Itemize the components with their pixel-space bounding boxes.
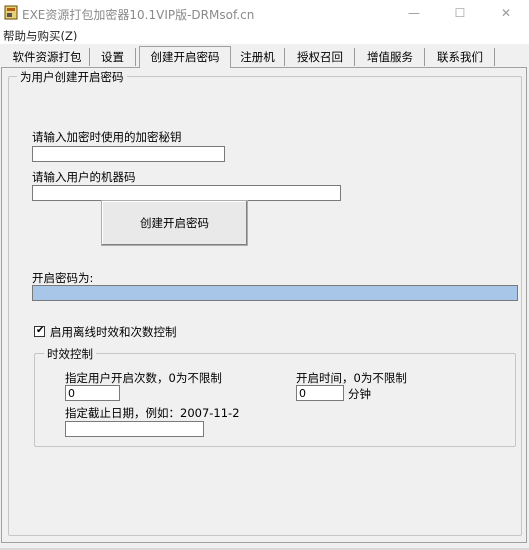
minimize-button[interactable]: — bbox=[391, 0, 437, 26]
tab-strip: 软件资源打包 设置 创建开启密码 注册机 授权召回 增值服务 联系我们 bbox=[0, 46, 529, 68]
tab-license-recall[interactable]: 授权召回 bbox=[286, 48, 355, 66]
title-bar: EXE资源打包加密器10.1VIP版-DRMsof.cn — ☐ ✕ bbox=[0, 0, 529, 27]
expiry-date-input[interactable] bbox=[65, 421, 204, 437]
create-password-button[interactable]: 创建开启密码 bbox=[101, 200, 248, 246]
time-control-group: 时效控制 指定用户开启次数，0为不限制 开启时间，0为不限制 分钟 指定截止日期… bbox=[34, 346, 516, 447]
expiry-date-label: 指定截止日期，例如：2007-11-2 bbox=[65, 406, 240, 420]
tab-package-resources[interactable]: 软件资源打包 bbox=[5, 48, 90, 66]
tab-create-password[interactable]: 创建开启密码 bbox=[139, 46, 231, 68]
minimize-icon: — bbox=[408, 6, 420, 20]
tab-panel: 为用户创建开启密码 请输入加密时使用的加密秘钥 请输入用户的机器码 创建开启密码… bbox=[1, 67, 527, 543]
close-button[interactable]: ✕ bbox=[483, 0, 529, 26]
machine-code-label: 请输入用户的机器码 bbox=[32, 170, 136, 184]
checkmark-icon: ✔ bbox=[36, 325, 45, 336]
create-password-group: 为用户创建开启密码 请输入加密时使用的加密秘钥 请输入用户的机器码 创建开启密码… bbox=[8, 69, 522, 536]
menu-bar: 帮助与购买(Z) bbox=[0, 26, 529, 44]
time-control-legend: 时效控制 bbox=[44, 346, 96, 362]
close-icon: ✕ bbox=[500, 6, 512, 20]
secret-key-label: 请输入加密时使用的加密秘钥 bbox=[32, 130, 182, 144]
password-result-field[interactable] bbox=[32, 285, 518, 301]
tab-settings[interactable]: 设置 bbox=[90, 48, 136, 66]
maximize-icon: ☐ bbox=[454, 6, 466, 20]
tab-contact-us[interactable]: 联系我们 bbox=[426, 48, 495, 66]
result-label: 开启密码为: bbox=[32, 271, 94, 285]
window-title: EXE资源打包加密器10.1VIP版-DRMsof.cn bbox=[22, 8, 255, 22]
secret-key-input[interactable] bbox=[32, 146, 225, 162]
tab-keygen[interactable]: 注册机 bbox=[231, 48, 285, 66]
minutes-label: 分钟 bbox=[348, 387, 371, 401]
open-time-input[interactable] bbox=[296, 385, 344, 401]
create-password-legend: 为用户创建开启密码 bbox=[17, 69, 127, 85]
offline-control-checkbox[interactable]: ✔ bbox=[34, 325, 45, 337]
open-time-label: 开启时间，0为不限制 bbox=[296, 371, 407, 385]
app-icon bbox=[4, 5, 18, 20]
open-count-input[interactable] bbox=[65, 385, 120, 401]
offline-control-label: 启用离线时效和次数控制 bbox=[50, 325, 177, 339]
maximize-button[interactable]: ☐ bbox=[437, 0, 483, 26]
tab-value-added[interactable]: 增值服务 bbox=[356, 48, 425, 66]
open-count-label: 指定用户开启次数，0为不限制 bbox=[65, 371, 222, 385]
machine-code-input[interactable] bbox=[32, 185, 341, 201]
menu-help-buy[interactable]: 帮助与购买(Z) bbox=[3, 28, 77, 44]
